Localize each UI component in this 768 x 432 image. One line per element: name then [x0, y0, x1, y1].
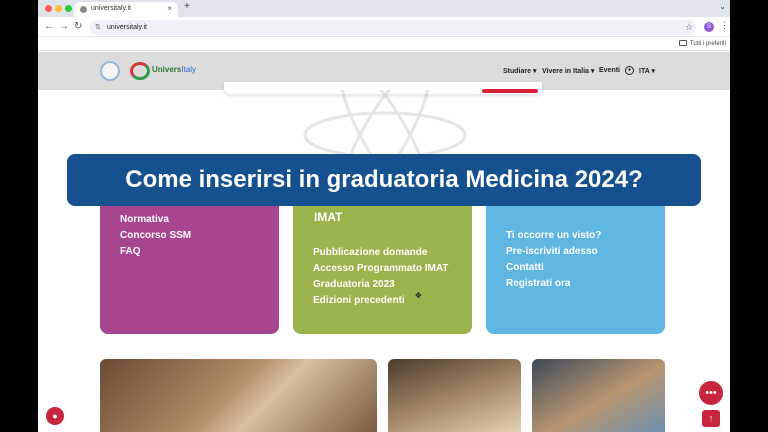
link-pubblicazione-domande[interactable]: Pubblicazione domande — [313, 245, 448, 261]
chat-icon: ••• — [705, 387, 717, 399]
zoom-window-button[interactable] — [65, 5, 72, 12]
brand-name-main: Univers — [152, 65, 182, 74]
browser-menu-icon[interactable]: ⋮ — [720, 20, 729, 31]
bookmark-star-icon[interactable]: ☆ — [685, 22, 693, 33]
profile-avatar[interactable]: S — [704, 22, 714, 32]
card-medicina-links: Normativa Concorso SSM FAQ — [120, 212, 191, 260]
address-bar[interactable]: ⇅ universitaly.it ☆ — [90, 20, 696, 35]
cookie-icon: ● — [52, 411, 58, 421]
classroom-photo[interactable] — [388, 359, 521, 432]
search-submit-button[interactable] — [482, 89, 538, 93]
site-favicon-icon — [80, 6, 87, 13]
campus-photo[interactable] — [532, 359, 665, 432]
chat-button[interactable]: ••• — [699, 381, 723, 405]
students-photo[interactable] — [100, 359, 377, 432]
link-normativa[interactable]: Normativa — [120, 212, 191, 228]
card-imat-title: IMAT — [314, 210, 343, 224]
link-contatti[interactable]: Contatti — [506, 260, 601, 276]
back-to-top-button[interactable]: ↑ — [702, 410, 720, 427]
close-tab-icon[interactable]: × — [167, 4, 172, 13]
link-accesso-programmato[interactable]: Accesso Programmato IMAT — [313, 261, 448, 277]
universitaly-logo-icon[interactable] — [130, 62, 150, 80]
tab-title: universitaly.it — [91, 5, 131, 12]
arrow-up-icon: ↑ — [708, 413, 714, 423]
reload-icon[interactable]: ↻ — [74, 21, 82, 32]
nav-language-select[interactable]: ITA ▾ — [639, 67, 655, 75]
back-arrow-icon[interactable]: ← — [44, 21, 54, 32]
nav-eventi[interactable]: Eventi — [599, 67, 620, 74]
link-concorso-ssm[interactable]: Concorso SSM — [120, 228, 191, 244]
card-medicina: Normativa Concorso SSM FAQ — [100, 196, 279, 334]
all-bookmarks-label: Tutti i preferiti — [689, 41, 726, 47]
card-imat: IMAT Pubblicazione domande Accesso Progr… — [293, 196, 472, 334]
brand-name-accent: Italy — [181, 65, 197, 74]
all-bookmarks-button[interactable]: Tutti i preferiti — [678, 40, 726, 47]
minimize-window-button[interactable] — [55, 5, 62, 12]
site-info-icon[interactable]: ⇅ — [95, 23, 101, 31]
link-visto[interactable]: Ti occorre un visto? — [506, 228, 601, 244]
video-title-banner: Come inserirsi in graduatoria Medicina 2… — [67, 154, 701, 206]
link-edizioni-precedenti[interactable]: Edizioni precedenti — [313, 293, 448, 309]
mouse-cursor-icon: ✥ — [415, 291, 422, 300]
card-international-links: Ti occorre un visto? Pre-iscriviti adess… — [506, 228, 601, 292]
url-text[interactable]: universitaly.it — [107, 24, 147, 31]
close-window-button[interactable] — [45, 5, 52, 12]
card-international: Ti occorre un visto? Pre-iscriviti adess… — [486, 196, 665, 334]
link-faq[interactable]: FAQ — [120, 244, 191, 260]
card-imat-links: Pubblicazione domande Accesso Programmat… — [313, 245, 448, 309]
link-graduatoria-2023[interactable]: Graduatoria 2023 — [313, 277, 448, 293]
link-registrati[interactable]: Registrati ora — [506, 276, 601, 292]
nav-vivere-in-italia[interactable]: Vivere in Italia ▾ — [542, 67, 594, 75]
browser-tab[interactable]: universitaly.it × — [74, 2, 178, 17]
user-account-icon[interactable]: ● — [625, 66, 634, 75]
link-pre-iscriviti[interactable]: Pre-iscriviti adesso — [506, 244, 601, 260]
ministry-logo[interactable] — [100, 61, 120, 81]
new-tab-button[interactable]: + — [184, 1, 190, 12]
bookmarks-bar: Tutti i preferiti — [38, 37, 730, 51]
tab-bar: universitaly.it × + ⌄ — [38, 0, 730, 17]
forward-arrow-icon[interactable]: → — [59, 21, 69, 32]
browser-window: universitaly.it × + ⌄ ← → ↻ ⇅ universita… — [38, 0, 730, 432]
nav-studiare[interactable]: Studiare ▾ — [503, 67, 536, 75]
brand-name[interactable]: UniversItaly — [152, 65, 196, 74]
cookie-settings-button[interactable]: ● — [46, 407, 64, 425]
tab-search-chevron-icon[interactable]: ⌄ — [719, 2, 726, 11]
folder-icon — [678, 40, 687, 46]
browser-toolbar: ← → ↻ ⇅ universitaly.it ☆ S ⋮ — [38, 17, 730, 37]
